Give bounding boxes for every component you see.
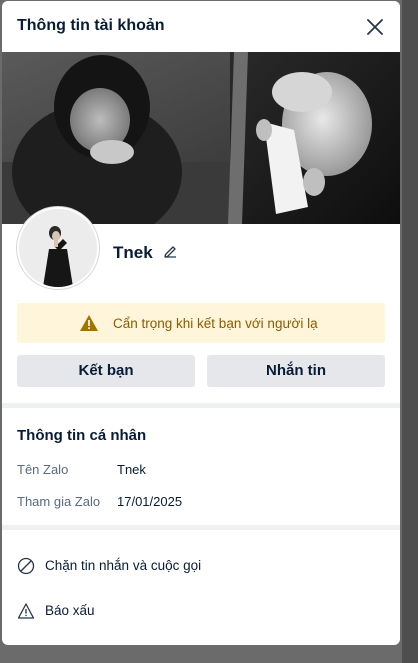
section-divider — [2, 403, 400, 408]
warning-text: Cẩn trọng khi kết bạn với người lạ — [113, 316, 318, 331]
report-label: Báo xấu — [45, 603, 95, 618]
block-messages-calls-button[interactable]: Chặn tin nhắn và cuộc gọi — [2, 546, 400, 586]
account-info-modal: Thông tin tài khoản Tnek Cẩn trọng khi k… — [2, 1, 400, 645]
stranger-warning-banner: Cẩn trọng khi kết bạn với người lạ — [17, 303, 385, 343]
modal-header: Thông tin tài khoản — [2, 1, 400, 52]
info-label-zalo-name: Tên Zalo — [17, 462, 69, 477]
close-button[interactable] — [362, 14, 388, 40]
profile-name: Tnek — [113, 243, 153, 262]
cover-photo — [2, 52, 400, 224]
edit-name-button[interactable] — [162, 244, 178, 260]
block-label: Chặn tin nhắn và cuộc gọi — [45, 558, 202, 573]
info-label-join-date: Tham gia Zalo — [17, 494, 101, 509]
add-friend-button[interactable]: Kết bạn — [17, 355, 195, 387]
info-value-zalo-name: Tnek — [117, 462, 146, 477]
modal-title: Thông tin tài khoản — [17, 17, 165, 34]
message-button[interactable]: Nhắn tin — [207, 355, 385, 387]
info-value-join-date: 17/01/2025 — [117, 494, 183, 509]
section-divider — [2, 525, 400, 530]
report-button[interactable]: Báo xấu — [2, 591, 400, 631]
avatar[interactable] — [17, 207, 99, 289]
block-icon — [17, 557, 35, 575]
pencil-icon — [164, 246, 176, 258]
report-warning-icon — [17, 603, 35, 619]
backdrop[interactable] — [402, 0, 418, 663]
personal-info-title: Thông tin cá nhân — [17, 427, 147, 444]
close-icon — [367, 19, 383, 35]
warning-triangle-icon — [80, 315, 98, 331]
